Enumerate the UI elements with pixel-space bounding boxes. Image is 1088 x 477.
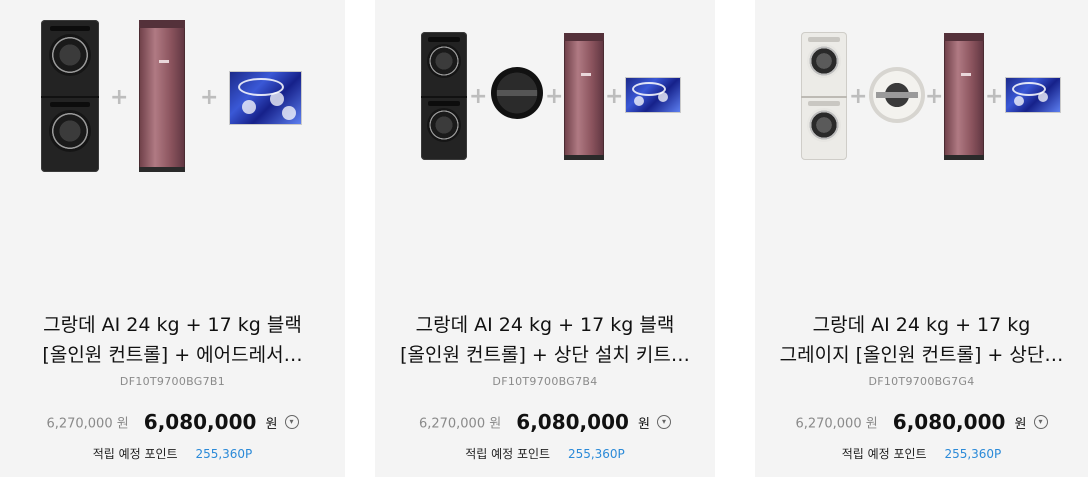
price-info-icon[interactable]: ▾: [657, 415, 672, 429]
plus-icon: +: [200, 85, 219, 110]
product-title[interactable]: 그랑데 AI 24 kg + 17 kg 블랙 [올인원 컨트롤] + 상단 설…: [385, 310, 705, 370]
points-row: 적립 예정 포인트 255,360P: [0, 445, 345, 462]
product-card[interactable]: + + 그랑데 AI 24 kg + 17 kg 블랙 [올인원 컨트롤] + …: [0, 0, 345, 477]
price-row: 6,270,000 원 6,080,000 원 ▾: [755, 410, 1088, 434]
original-price: 6,270,000 원: [795, 416, 878, 432]
model-number: DF10T9700BG7B4: [492, 375, 598, 388]
points-label: 적립 예정 포인트: [92, 447, 178, 461]
product-card[interactable]: + + + 그랑데 AI 24 kg + 17 kg 그레이지 [올인원 컨트롤…: [755, 0, 1088, 477]
plus-icon: +: [545, 84, 564, 109]
washer-dryer-stack-white-icon: [801, 32, 847, 160]
product-card[interactable]: + + + 그랑데 AI 24 kg + 17 kg 블랙 [올인원 컨트롤] …: [375, 0, 715, 477]
currency-label: 원: [1014, 416, 1027, 432]
price-row: 6,270,000 원 6,080,000 원 ▾: [375, 410, 715, 434]
original-price: 6,270,000 원: [418, 416, 502, 432]
points-value: 255,360P: [944, 447, 1002, 461]
washer-dryer-stack-black-icon: [41, 20, 99, 172]
washer-dryer-stack-black-icon: [421, 32, 467, 160]
plus-icon: +: [849, 84, 868, 109]
product-image[interactable]: + + +: [375, 0, 715, 200]
dress-sheet-icon: [625, 77, 681, 113]
product-title-line[interactable]: [올인원 컨트롤] + 에어드레서…: [10, 340, 335, 370]
dress-sheet-icon: [1005, 77, 1061, 113]
airdresser-icon: [944, 33, 984, 160]
points-label: 적립 예정 포인트: [841, 447, 927, 461]
product-title-line[interactable]: 그랑데 AI 24 kg + 17 kg 블랙: [385, 310, 705, 340]
product-image[interactable]: + + +: [755, 0, 1088, 200]
sale-price: 6,080,000: [516, 410, 629, 434]
product-image[interactable]: + +: [0, 0, 345, 200]
points-label: 적립 예정 포인트: [465, 447, 551, 461]
airdresser-icon: [564, 33, 604, 160]
currency-label: 원: [265, 416, 278, 432]
price-info-icon[interactable]: ▾: [284, 415, 299, 429]
plus-icon: +: [985, 84, 1004, 109]
points-row: 적립 예정 포인트 255,360P: [755, 445, 1088, 462]
product-title-line[interactable]: 그랑데 AI 24 kg + 17 kg 블랙: [10, 310, 335, 340]
install-kit-icon: [869, 67, 925, 123]
price-info-icon[interactable]: ▾: [1033, 415, 1048, 429]
plus-icon: +: [605, 84, 624, 109]
currency-label: 원: [638, 416, 650, 432]
install-kit-icon: [491, 67, 543, 119]
points-value: 255,360P: [195, 447, 253, 461]
points-value: 255,360P: [567, 447, 625, 461]
product-title-line[interactable]: 그랑데 AI 24 kg + 17 kg: [765, 310, 1078, 340]
sale-price: 6,080,000: [143, 410, 257, 434]
airdresser-icon: [139, 20, 185, 172]
price-row: 6,270,000 원 6,080,000 원 ▾: [0, 410, 345, 434]
model-number: DF10T9700BG7G4: [868, 375, 975, 388]
original-price: 6,270,000 원: [46, 416, 129, 432]
points-row: 적립 예정 포인트 255,360P: [375, 445, 715, 462]
product-title-line[interactable]: [올인원 컨트롤] + 상단 설치 키트…: [385, 340, 705, 370]
product-title[interactable]: 그랑데 AI 24 kg + 17 kg 그레이지 [올인원 컨트롤] + 상단…: [765, 310, 1078, 370]
product-title[interactable]: 그랑데 AI 24 kg + 17 kg 블랙 [올인원 컨트롤] + 에어드레…: [10, 310, 335, 370]
dress-sheet-icon: [229, 71, 302, 125]
product-title-line[interactable]: 그레이지 [올인원 컨트롤] + 상단…: [765, 340, 1078, 370]
plus-icon: +: [469, 84, 488, 109]
model-number: DF10T9700BG7B1: [119, 375, 226, 388]
plus-icon: +: [110, 85, 129, 110]
sale-price: 6,080,000: [892, 410, 1006, 434]
plus-icon: +: [925, 84, 944, 109]
